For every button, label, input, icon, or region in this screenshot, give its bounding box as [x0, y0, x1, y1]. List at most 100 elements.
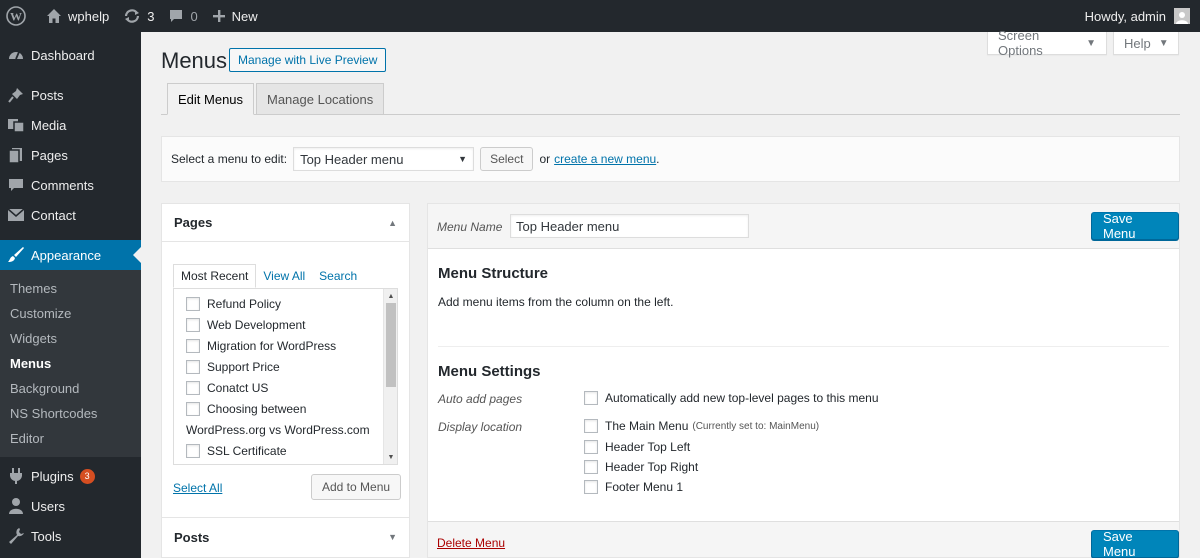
dashboard-icon — [7, 46, 25, 64]
auto-add-option[interactable]: Automatically add new top-level pages to… — [584, 391, 879, 405]
list-item[interactable]: Support Price — [174, 356, 397, 377]
checkbox[interactable] — [584, 480, 598, 494]
scrollbar-thumb[interactable] — [386, 303, 396, 387]
tab-view-all[interactable]: View All — [256, 264, 312, 288]
sidebar-item-users[interactable]: Users — [0, 491, 141, 521]
sidebar-item-label: Users — [31, 498, 65, 514]
main-content: Screen Options ▼ Help ▼ Menus Manage wit… — [141, 28, 1200, 558]
checkbox[interactable] — [584, 391, 598, 405]
caret-down-icon: ▼ — [1086, 37, 1096, 49]
checkbox[interactable] — [186, 296, 200, 311]
plus-icon — [212, 9, 226, 23]
wp-logo-menu[interactable]: W — [0, 0, 39, 32]
sidebar-item-pages[interactable]: Pages — [0, 140, 141, 170]
submenu-item-ns-shortcodes[interactable]: NS Shortcodes — [0, 401, 141, 426]
checklist-scrollbar[interactable]: ▲ ▼ — [383, 289, 397, 464]
screen-options-button[interactable]: Screen Options ▼ — [987, 28, 1107, 58]
menu-name-input[interactable]: Top Header menu — [510, 214, 749, 238]
tab-search[interactable]: Search — [312, 264, 364, 288]
checkbox[interactable] — [186, 338, 200, 353]
updates-count: 3 — [147, 8, 155, 24]
pages-section-header[interactable]: Pages ▲ — [162, 204, 409, 242]
sidebar-item-contact[interactable]: Contact — [0, 200, 141, 230]
brush-icon — [7, 246, 25, 264]
plug-icon — [7, 467, 25, 485]
checkbox[interactable] — [186, 317, 200, 332]
list-item[interactable]: Web Development — [174, 314, 397, 335]
my-account[interactable]: Howdy, admin — [1085, 8, 1200, 24]
tab-manage-locations[interactable]: Manage Locations — [256, 83, 385, 115]
submenu-item-editor[interactable]: Editor — [0, 426, 141, 451]
admin-sidebar: Dashboard Posts Media Pages Comments Con… — [0, 32, 141, 558]
sidebar-item-posts[interactable]: Posts — [0, 80, 141, 110]
submenu-item-themes[interactable]: Themes — [0, 276, 141, 301]
live-preview-button[interactable]: Manage with Live Preview — [229, 48, 387, 72]
list-item[interactable]: Refund Policy — [174, 293, 397, 314]
list-item-continuation: WordPress.org vs WordPress.com — [174, 419, 397, 440]
list-item[interactable]: SSL Certificate — [174, 440, 397, 461]
sidebar-item-appearance[interactable]: Appearance — [0, 240, 141, 270]
select-all-link[interactable]: Select All — [173, 481, 222, 495]
submenu-item-widgets[interactable]: Widgets — [0, 326, 141, 351]
sidebar-item-media[interactable]: Media — [0, 110, 141, 140]
list-item[interactable]: Choosing between — [174, 398, 397, 419]
site-name-link[interactable]: wphelp — [39, 0, 116, 32]
checkbox[interactable] — [186, 443, 200, 458]
tab-most-recent[interactable]: Most Recent — [173, 264, 257, 288]
scroll-down-arrow-icon[interactable]: ▼ — [384, 450, 397, 464]
tab-edit-menus[interactable]: Edit Menus — [167, 83, 255, 115]
sidebar-item-plugins[interactable]: Plugins 3 — [0, 461, 141, 491]
period-text: . — [656, 152, 660, 166]
location-option[interactable]: Header Top Right — [584, 460, 698, 474]
submenu-item-menus[interactable]: Menus — [0, 351, 141, 376]
location-option[interactable]: Header Top Left — [584, 440, 690, 454]
checkbox[interactable] — [584, 460, 598, 474]
submenu-item-customize[interactable]: Customize — [0, 301, 141, 326]
help-button[interactable]: Help ▼ — [1113, 32, 1179, 55]
page-item-label: Choosing between — [207, 401, 307, 416]
add-to-menu-button[interactable]: Add to Menu — [311, 474, 402, 500]
location-note: (Currently set to: MainMenu) — [692, 420, 820, 432]
checkbox[interactable] — [186, 380, 200, 395]
sidebar-item-tools[interactable]: Tools — [0, 521, 141, 551]
updates-link[interactable]: 3 — [116, 0, 161, 32]
sidebar-item-comments[interactable]: Comments — [0, 170, 141, 200]
help-label: Help — [1124, 35, 1151, 51]
avatar — [1174, 8, 1190, 24]
mail-icon — [7, 206, 25, 224]
location-option[interactable]: Footer Menu 1 — [584, 480, 683, 494]
checkbox[interactable] — [186, 359, 200, 374]
comments-link[interactable]: 0 — [161, 0, 204, 32]
select-menu-label: Select a menu to edit: — [171, 152, 288, 166]
caret-up-icon: ▲ — [388, 217, 397, 228]
wordpress-logo-icon: W — [6, 6, 26, 26]
posts-section-title: Posts — [174, 529, 210, 545]
scroll-up-arrow-icon[interactable]: ▲ — [384, 289, 397, 303]
location-option[interactable]: The Main Menu (Currently set to: MainMen… — [584, 419, 819, 433]
menu-select-dropdown[interactable]: Top Header menu ▼ — [293, 147, 475, 171]
site-name: wphelp — [68, 8, 110, 24]
checkbox[interactable] — [186, 401, 200, 416]
posts-section-header[interactable]: Posts ▼ — [162, 518, 409, 556]
new-content-link[interactable]: New — [205, 0, 265, 32]
list-item[interactable]: Conatct US — [174, 377, 397, 398]
save-menu-button-bottom[interactable]: Save Menu — [1091, 529, 1179, 558]
submenu-item-background[interactable]: Background — [0, 376, 141, 401]
select-menu-button[interactable]: Select — [480, 147, 534, 171]
menu-structure-description: Add menu items from the column on the le… — [438, 295, 674, 309]
checkbox[interactable] — [584, 419, 598, 433]
location-label: Header Top Left — [605, 440, 691, 454]
create-new-menu-link[interactable]: create a new menu — [554, 152, 656, 166]
sidebar-item-label: Pages — [31, 147, 68, 163]
sidebar-item-label: Comments — [31, 177, 94, 193]
page-item-label: SSL Certificate — [207, 443, 287, 458]
delete-menu-link[interactable]: Delete Menu — [437, 536, 505, 550]
sidebar-item-dashboard[interactable]: Dashboard — [0, 40, 141, 70]
checkbox[interactable] — [584, 440, 598, 454]
save-menu-button-top[interactable]: Save Menu — [1091, 211, 1179, 241]
screen-options-label: Screen Options — [998, 28, 1043, 58]
list-item[interactable]: Migration for WordPress — [174, 335, 397, 356]
page-item-label: WordPress.org vs WordPress.com — [186, 422, 370, 437]
auto-add-label: Auto add pages — [438, 392, 523, 406]
pin-icon — [7, 86, 25, 104]
